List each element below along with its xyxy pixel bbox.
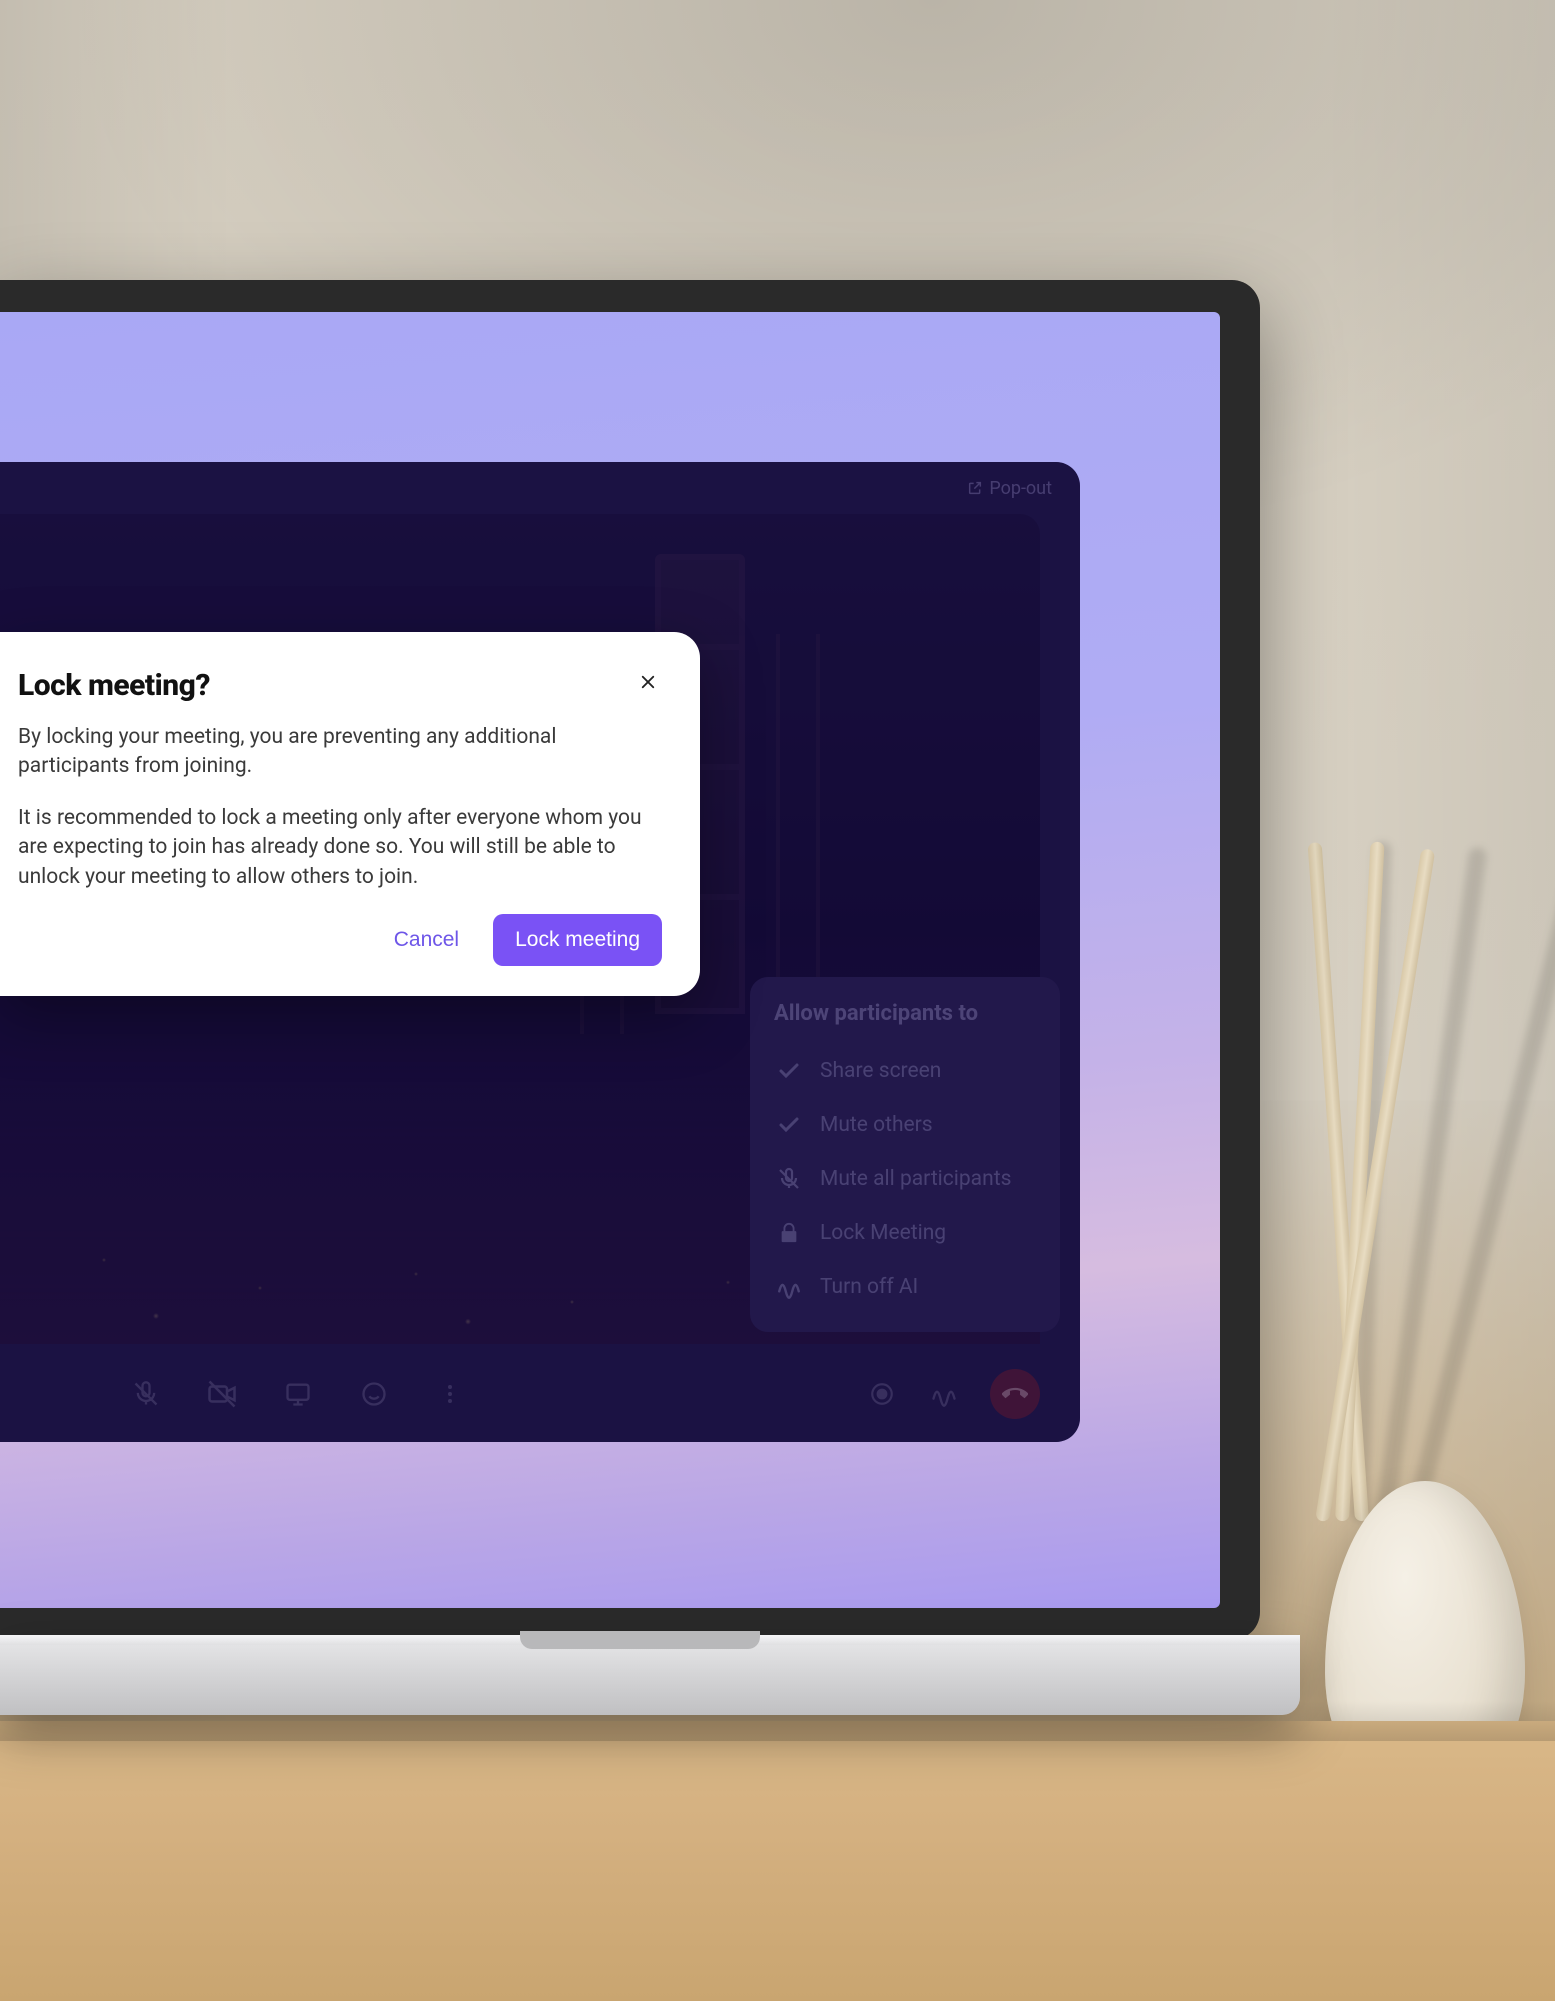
- host-item-share-screen[interactable]: Share screen: [774, 1044, 1036, 1098]
- phone-down-icon: [1002, 1381, 1028, 1407]
- mic-toggle-button[interactable]: [130, 1378, 162, 1410]
- laptop: Pop-out: [0, 280, 1280, 1740]
- host-item-label: Mute others: [820, 1113, 933, 1137]
- app-topbar: Pop-out: [0, 462, 1080, 514]
- ai-icon: [776, 1274, 802, 1300]
- dialog-title: Lock meeting?: [18, 668, 210, 703]
- ai-button[interactable]: [928, 1378, 960, 1410]
- record-button[interactable]: [866, 1378, 898, 1410]
- video-toggle-button[interactable]: [206, 1378, 238, 1410]
- host-controls-menu: Allow participants to Share screen: [750, 977, 1060, 1332]
- host-item-mute-others[interactable]: Mute others: [774, 1098, 1036, 1152]
- host-item-lock-meeting[interactable]: Lock Meeting: [774, 1206, 1036, 1260]
- host-menu-title: Allow participants to: [774, 1001, 1036, 1026]
- screen-share-button[interactable]: [282, 1378, 314, 1410]
- lock-meeting-button[interactable]: Lock meeting: [493, 914, 662, 966]
- mic-off-icon: [776, 1166, 802, 1192]
- check-icon: [776, 1058, 802, 1084]
- host-item-turn-off-ai[interactable]: Turn off AI: [774, 1260, 1036, 1314]
- dialog-close-button[interactable]: [634, 668, 662, 696]
- close-icon: [639, 673, 657, 691]
- desk-surface: [0, 1721, 1555, 2001]
- laptop-screen: Pop-out: [0, 312, 1220, 1608]
- lock-icon: [776, 1220, 802, 1246]
- dialog-paragraph: It is recommended to lock a meeting only…: [18, 804, 662, 892]
- host-item-label: Turn off AI: [820, 1275, 918, 1299]
- host-item-label: Mute all participants: [820, 1167, 1011, 1191]
- emoji-button[interactable]: [358, 1378, 390, 1410]
- host-item-label: Share screen: [820, 1059, 941, 1083]
- check-icon: [776, 1112, 802, 1138]
- cancel-button[interactable]: Cancel: [378, 914, 475, 966]
- scene-background: Pop-out: [0, 0, 1555, 2001]
- dialog-paragraph: By locking your meeting, you are prevent…: [18, 723, 662, 782]
- popout-button[interactable]: Pop-out: [967, 478, 1052, 499]
- meeting-toolbar: [0, 1346, 1080, 1442]
- hangup-button[interactable]: [990, 1369, 1040, 1419]
- more-options-button[interactable]: [434, 1378, 466, 1410]
- popout-icon: [967, 480, 983, 496]
- laptop-base: [0, 1635, 1300, 1715]
- host-item-mute-all[interactable]: Mute all participants: [774, 1152, 1036, 1206]
- lock-meeting-dialog: Lock meeting? By locking your meeting, y…: [0, 632, 700, 996]
- laptop-bezel: Pop-out: [0, 280, 1260, 1640]
- popout-label: Pop-out: [989, 478, 1052, 499]
- host-item-label: Lock Meeting: [820, 1221, 946, 1245]
